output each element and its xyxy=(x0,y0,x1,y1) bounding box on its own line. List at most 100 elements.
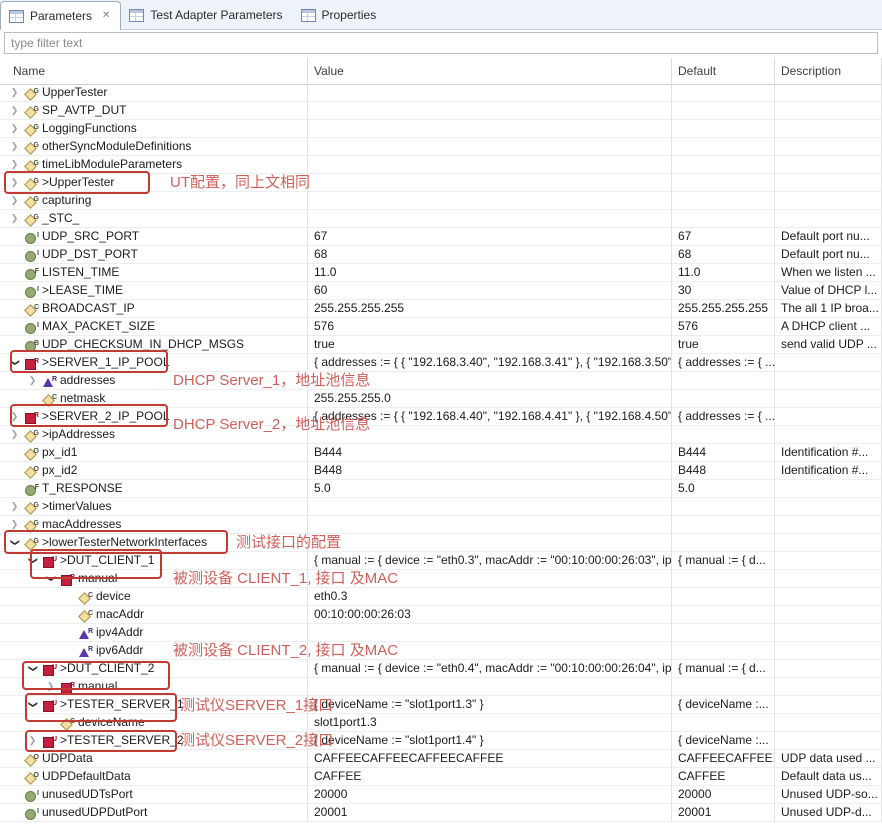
table-row[interactable]: ❯I>LEASE_TIME6030Value of DHCP l... xyxy=(0,282,882,300)
table-row[interactable]: ❯Cnetmask255.255.255.0 xyxy=(0,390,882,408)
chevron-collapsed-icon[interactable]: ❯ xyxy=(6,174,23,191)
chevron-expanded-icon[interactable]: ❯ xyxy=(6,354,23,371)
table-row[interactable]: ❯Ripv6Addr xyxy=(0,642,882,660)
table-row[interactable]: ❯OUDPDefaultDataCAFFEECAFFEEDefault data… xyxy=(0,768,882,786)
param-name: BROADCAST_IP xyxy=(42,300,135,317)
chevron-collapsed-icon[interactable]: ❯ xyxy=(6,84,23,101)
param-name: ipv4Addr xyxy=(96,624,143,641)
table-row[interactable]: ❯U>DUT_CLIENT_1{ manual := { device := "… xyxy=(0,552,882,570)
table-row[interactable]: ❯FT_RESPONSE5.05.0 xyxy=(0,480,882,498)
table-row[interactable]: ❯U>TESTER_SERVER_2{ deviceName := "slot1… xyxy=(0,732,882,750)
table-row[interactable]: ❯GLoggingFunctions xyxy=(0,120,882,138)
table-row[interactable]: ❯IunusedUDTsPort2000020000Unused UDP-so.… xyxy=(0,786,882,804)
chevron-collapsed-icon[interactable]: ❯ xyxy=(6,498,23,515)
param-default-cell: CAFFEECAFFEE... xyxy=(672,750,775,768)
table-row[interactable]: ❯Cdeviceeth0.3 xyxy=(0,588,882,606)
column-header-value[interactable]: Value xyxy=(308,58,672,84)
table-row[interactable]: ❯Gcapturing xyxy=(0,192,882,210)
tab-properties[interactable]: Properties xyxy=(293,1,387,29)
chevron-expanded-icon[interactable]: ❯ xyxy=(6,534,23,551)
table-row[interactable]: ❯IunusedUDPDutPort2000120001Unused UDP-d… xyxy=(0,804,882,822)
table-row[interactable]: ❯OUDPDataCAFFEECAFFEECAFFEECAFFEECAFFEEC… xyxy=(0,750,882,768)
chevron-collapsed-icon[interactable]: ❯ xyxy=(6,138,23,155)
table-row[interactable]: ❯Raddresses xyxy=(0,372,882,390)
table-row[interactable]: ❯G>UpperTester xyxy=(0,174,882,192)
table-row[interactable]: ❯G>timerValues xyxy=(0,498,882,516)
param-name-cell: ❯BUDP_CHECKSUM_IN_DHCP_MSGS xyxy=(0,336,308,354)
table-row[interactable]: ❯R>SERVER_2_IP_POOL{ addresses := { { "1… xyxy=(0,408,882,426)
table-row[interactable]: ❯G>lowerTesterNetworkInterfaces xyxy=(0,534,882,552)
close-icon[interactable]: ✕ xyxy=(102,11,110,21)
param-value-cell xyxy=(308,516,672,534)
param-name-cell: ❯Cdevice xyxy=(0,588,308,606)
table-row[interactable]: ❯Opx_id2B448B448Identification #... xyxy=(0,462,882,480)
chevron-collapsed-icon[interactable]: ❯ xyxy=(6,192,23,209)
filter-bar: type filter text xyxy=(0,30,882,56)
table-row[interactable]: ❯IUDP_SRC_PORT6767Default port nu... xyxy=(0,228,882,246)
table-row[interactable]: ❯IMAX_PACKET_SIZE576576A DHCP client ... xyxy=(0,318,882,336)
table-row[interactable]: ❯CBROADCAST_IP255.255.255.255255.255.255… xyxy=(0,300,882,318)
param-name: >DUT_CLIENT_1 xyxy=(60,552,154,569)
chevron-expanded-icon[interactable]: ❯ xyxy=(42,570,59,587)
param-default-cell: 576 xyxy=(672,318,775,336)
table-row[interactable]: ❯IUDP_DST_PORT6868Default port nu... xyxy=(0,246,882,264)
param-value-cell xyxy=(308,642,672,660)
chevron-expanded-icon[interactable]: ❯ xyxy=(24,552,41,569)
table-row[interactable]: ❯GSP_AVTP_DUT xyxy=(0,102,882,120)
chevron-collapsed-icon[interactable]: ❯ xyxy=(24,372,41,389)
chevron-collapsed-icon[interactable]: ❯ xyxy=(42,678,59,695)
param-name: UDP_CHECKSUM_IN_DHCP_MSGS xyxy=(42,336,244,353)
table-row[interactable]: ❯BUDP_CHECKSUM_IN_DHCP_MSGStruetruesend … xyxy=(0,336,882,354)
table-row[interactable]: ❯R>SERVER_1_IP_POOL{ addresses := { { "1… xyxy=(0,354,882,372)
recordof-param-icon: R xyxy=(41,373,57,389)
table-row[interactable]: ❯GmacAddresses xyxy=(0,516,882,534)
param-name: MAX_PACKET_SIZE xyxy=(42,318,155,335)
param-default-cell: { manual := { d... xyxy=(672,552,775,570)
chevron-collapsed-icon[interactable]: ❯ xyxy=(6,156,23,173)
table-row[interactable]: ❯CdeviceNameslot1port1.3 xyxy=(0,714,882,732)
chevron-collapsed-icon[interactable]: ❯ xyxy=(6,426,23,443)
column-header-name[interactable]: Name xyxy=(0,58,308,84)
param-name-cell: ❯IUDP_DST_PORT xyxy=(0,246,308,264)
chevron-collapsed-icon[interactable]: ❯ xyxy=(6,408,23,425)
chevron-expanded-icon[interactable]: ❯ xyxy=(24,696,41,713)
table-row[interactable]: ❯G_STC_ xyxy=(0,210,882,228)
table-row[interactable]: ❯GtimeLibModuleParameters xyxy=(0,156,882,174)
param-default-cell xyxy=(672,102,775,120)
column-header-default[interactable]: Default xyxy=(672,58,775,84)
param-value-cell xyxy=(308,210,672,228)
chevron-collapsed-icon[interactable]: ❯ xyxy=(6,102,23,119)
param-name: unusedUDPDutPort xyxy=(42,804,147,821)
chevron-collapsed-icon[interactable]: ❯ xyxy=(24,732,41,749)
param-name: >DUT_CLIENT_2 xyxy=(60,660,154,677)
table-row[interactable]: ❯Opx_id1B444B444Identification #... xyxy=(0,444,882,462)
module-group-icon: G xyxy=(23,121,39,137)
table-row[interactable]: ❯GotherSyncModuleDefinitions xyxy=(0,138,882,156)
tab-test-adapter-parameters[interactable]: Test Adapter Parameters xyxy=(121,1,292,29)
table-row[interactable]: ❯G>ipAddresses xyxy=(0,426,882,444)
param-description-cell xyxy=(775,588,882,606)
tab-parameters[interactable]: Parameters ✕ xyxy=(0,1,121,30)
param-default-cell: { deviceName :... xyxy=(672,732,775,750)
param-name-cell: ❯R>SERVER_1_IP_POOL xyxy=(0,354,308,372)
filter-input[interactable]: type filter text xyxy=(4,32,878,54)
param-name-cell: ❯GUpperTester xyxy=(0,84,308,102)
table-row[interactable]: ❯Rmanual xyxy=(0,678,882,696)
chevron-collapsed-icon[interactable]: ❯ xyxy=(6,120,23,137)
parameters-view: Parameters ✕ Test Adapter Parameters Pro… xyxy=(0,0,882,824)
chevron-collapsed-icon[interactable]: ❯ xyxy=(6,210,23,227)
table-row[interactable]: ❯GUpperTester xyxy=(0,84,882,102)
table-row[interactable]: ❯Rmanual xyxy=(0,570,882,588)
table-row[interactable]: ❯U>TESTER_SERVER_1{ deviceName := "slot1… xyxy=(0,696,882,714)
chevron-expanded-icon[interactable]: ❯ xyxy=(24,660,41,677)
param-name-cell: ❯Ripv4Addr xyxy=(0,624,308,642)
table-row[interactable]: ❯Ripv4Addr xyxy=(0,624,882,642)
charstring-param-icon: C xyxy=(23,301,39,317)
param-default-cell: { deviceName :... xyxy=(672,696,775,714)
param-name-cell: ❯U>DUT_CLIENT_1 xyxy=(0,552,308,570)
table-row[interactable]: ❯U>DUT_CLIENT_2{ manual := { device := "… xyxy=(0,660,882,678)
table-row[interactable]: ❯FLISTEN_TIME11.011.0When we listen ... xyxy=(0,264,882,282)
chevron-collapsed-icon[interactable]: ❯ xyxy=(6,516,23,533)
table-row[interactable]: ❯CmacAddr00:10:00:00:26:03 xyxy=(0,606,882,624)
column-header-description[interactable]: Description xyxy=(775,58,882,84)
